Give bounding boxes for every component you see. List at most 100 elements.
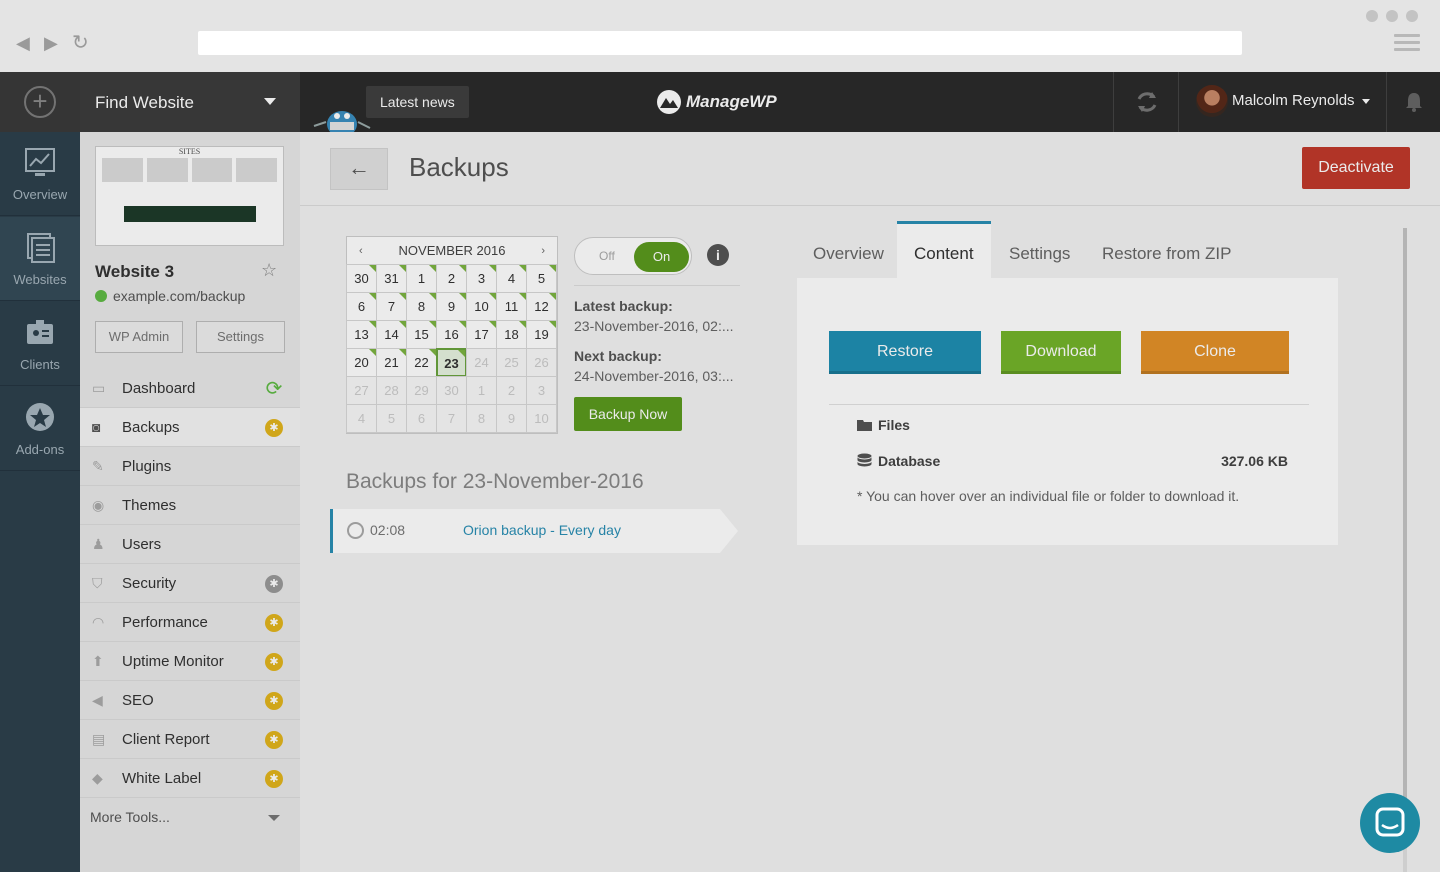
calendar-day[interactable]: 9 — [496, 404, 527, 433]
calendar-day[interactable]: 7 — [376, 292, 407, 321]
menu-item-white-label[interactable]: ◆ White Label ✱ — [80, 759, 300, 798]
rail-item-addons[interactable]: Add-ons — [0, 387, 80, 471]
favorite-star-icon[interactable]: ☆ — [261, 260, 277, 281]
calendar-day[interactable]: 10 — [466, 292, 497, 321]
window-dot-icon[interactable] — [1386, 10, 1398, 22]
download-button[interactable]: Download — [1001, 331, 1121, 374]
tab-content[interactable]: Content — [897, 221, 991, 278]
notifications-button[interactable] — [1386, 72, 1440, 132]
calendar-day[interactable]: 5 — [376, 404, 407, 433]
calendar-day[interactable]: 25 — [496, 348, 527, 377]
menu-item-seo[interactable]: ◀ SEO ✱ — [80, 681, 300, 720]
calendar-day[interactable]: 23 — [436, 348, 467, 377]
calendar-day[interactable]: 14 — [376, 320, 407, 349]
divider — [574, 285, 740, 286]
wp-admin-button[interactable]: WP Admin — [95, 321, 183, 353]
tab-overview[interactable]: Overview — [813, 221, 884, 278]
calendar-day[interactable]: 6 — [346, 292, 377, 321]
calendar-day[interactable]: 17 — [466, 320, 497, 349]
calendar-day[interactable]: 13 — [346, 320, 377, 349]
latest-news-button[interactable]: Latest news — [366, 86, 469, 118]
backup-entry[interactable]: 02:08 Orion backup - Every day — [330, 509, 738, 553]
calendar-day[interactable]: 28 — [376, 376, 407, 405]
chat-button[interactable] — [1360, 793, 1420, 853]
browser-menu-icon[interactable] — [1394, 34, 1420, 55]
site-url[interactable]: example.com/backup — [95, 288, 245, 304]
window-dot-icon[interactable] — [1406, 10, 1418, 22]
calendar-day[interactable]: 30 — [436, 376, 467, 405]
site-thumbnail[interactable]: SITES — [95, 146, 284, 246]
calendar-next-icon[interactable]: › — [541, 237, 545, 265]
calendar-day[interactable]: 8 — [406, 292, 437, 321]
calendar-day[interactable]: 1 — [466, 376, 497, 405]
site-settings-button[interactable]: Settings — [196, 321, 285, 353]
calendar-day[interactable]: 19 — [526, 320, 557, 349]
tab-settings[interactable]: Settings — [1009, 221, 1070, 278]
calendar-day[interactable]: 8 — [466, 404, 497, 433]
calendar-day[interactable]: 29 — [406, 376, 437, 405]
calendar-day[interactable]: 10 — [526, 404, 557, 433]
menu-item-security[interactable]: ⛉ Security ✱ — [80, 564, 300, 603]
calendar-day[interactable]: 3 — [526, 376, 557, 405]
calendar-day[interactable]: 1 — [406, 264, 437, 293]
calendar-day[interactable]: 4 — [346, 404, 377, 433]
backup-toggle[interactable]: Off On — [574, 237, 692, 275]
deactivate-button[interactable]: Deactivate — [1302, 147, 1410, 189]
latest-backup-label: Latest backup: — [574, 298, 673, 314]
restore-button[interactable]: Restore — [829, 331, 981, 374]
calendar-day[interactable]: 9 — [436, 292, 467, 321]
menu-item-backups[interactable]: ◙ Backups ✱ — [80, 408, 300, 447]
calendar-day[interactable]: 5 — [526, 264, 557, 293]
clone-button[interactable]: Clone — [1141, 331, 1289, 374]
calendar-day[interactable]: 3 — [466, 264, 497, 293]
menu-item-plugins[interactable]: ✎ Plugins — [80, 447, 300, 486]
menu-item-users[interactable]: ♟ Users — [80, 525, 300, 564]
managewp-logo[interactable]: ManageWP — [656, 88, 777, 116]
calendar-day[interactable]: 18 — [496, 320, 527, 349]
menu-item-dashboard[interactable]: ▭ Dashboard ⟳ — [80, 369, 300, 408]
rail-item-clients[interactable]: Clients — [0, 302, 80, 386]
backup-name[interactable]: Orion backup - Every day — [463, 522, 621, 538]
calendar-day[interactable]: 4 — [496, 264, 527, 293]
address-bar[interactable] — [198, 31, 1242, 55]
browser-forward-icon[interactable]: ▶ — [44, 33, 58, 53]
calendar-day[interactable]: 24 — [466, 348, 497, 377]
calendar-day[interactable]: 2 — [436, 264, 467, 293]
calendar-day[interactable]: 30 — [346, 264, 377, 293]
calendar-prev-icon[interactable]: ‹ — [359, 237, 363, 265]
menu-item-uptime-monitor[interactable]: ⬆ Uptime Monitor ✱ — [80, 642, 300, 681]
backup-now-button[interactable]: Backup Now — [574, 397, 682, 431]
calendar-day[interactable]: 6 — [406, 404, 437, 433]
calendar-day[interactable]: 26 — [526, 348, 557, 377]
calendar-day[interactable]: 12 — [526, 292, 557, 321]
calendar-day[interactable]: 20 — [346, 348, 377, 377]
user-menu[interactable]: Malcolm Reynolds — [1180, 72, 1386, 132]
find-website-dropdown[interactable]: Find Website — [80, 72, 300, 132]
back-button[interactable]: ← — [330, 148, 388, 190]
calendar-day[interactable]: 27 — [346, 376, 377, 405]
window-dot-icon[interactable] — [1366, 10, 1378, 22]
calendar-day[interactable]: 31 — [376, 264, 407, 293]
browser-reload-icon[interactable]: ↻ — [72, 33, 89, 53]
add-website-icon[interactable]: + — [24, 86, 56, 118]
rail-item-websites[interactable]: Websites — [0, 217, 80, 301]
calendar-day[interactable]: 15 — [406, 320, 437, 349]
rail-item-overview[interactable]: Overview — [0, 132, 80, 216]
sync-button[interactable] — [1113, 72, 1179, 132]
more-tools-toggle[interactable]: More Tools... — [80, 798, 300, 837]
browser-back-icon[interactable]: ◀ — [16, 33, 30, 53]
info-icon[interactable]: i — [707, 244, 729, 266]
menu-item-themes[interactable]: ◉ Themes — [80, 486, 300, 525]
files-row[interactable]: Files — [857, 417, 910, 433]
menu-item-performance[interactable]: ◠ Performance ✱ — [80, 603, 300, 642]
calendar-day[interactable]: 7 — [436, 404, 467, 433]
tab-restore-from-zip[interactable]: Restore from ZIP — [1102, 221, 1231, 278]
scrollbar-thumb[interactable] — [1403, 228, 1407, 798]
calendar-day[interactable]: 16 — [436, 320, 467, 349]
calendar-day[interactable]: 11 — [496, 292, 527, 321]
calendar-day[interactable]: 22 — [406, 348, 437, 377]
menu-item-client-report[interactable]: ▤ Client Report ✱ — [80, 720, 300, 759]
database-row[interactable]: Database — [857, 453, 940, 469]
calendar-day[interactable]: 2 — [496, 376, 527, 405]
calendar-day[interactable]: 21 — [376, 348, 407, 377]
